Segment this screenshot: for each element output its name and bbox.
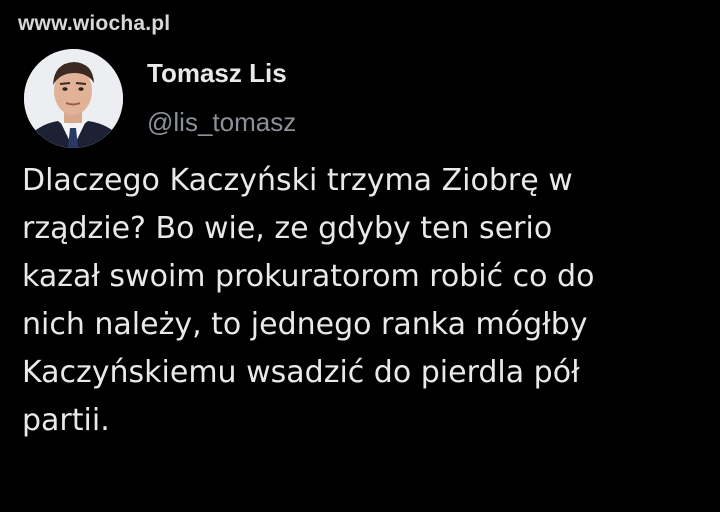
profile-photo-icon xyxy=(24,49,123,148)
site-watermark: www.wiocha.pl xyxy=(18,12,171,35)
author-display-name[interactable]: Tomasz Lis xyxy=(147,58,287,89)
tweet-text: Dlaczego Kaczyński trzyma Ziobrę w rządz… xyxy=(22,163,595,438)
author-avatar[interactable] xyxy=(24,49,123,148)
author-handle[interactable]: @lis_tomasz xyxy=(147,107,296,138)
